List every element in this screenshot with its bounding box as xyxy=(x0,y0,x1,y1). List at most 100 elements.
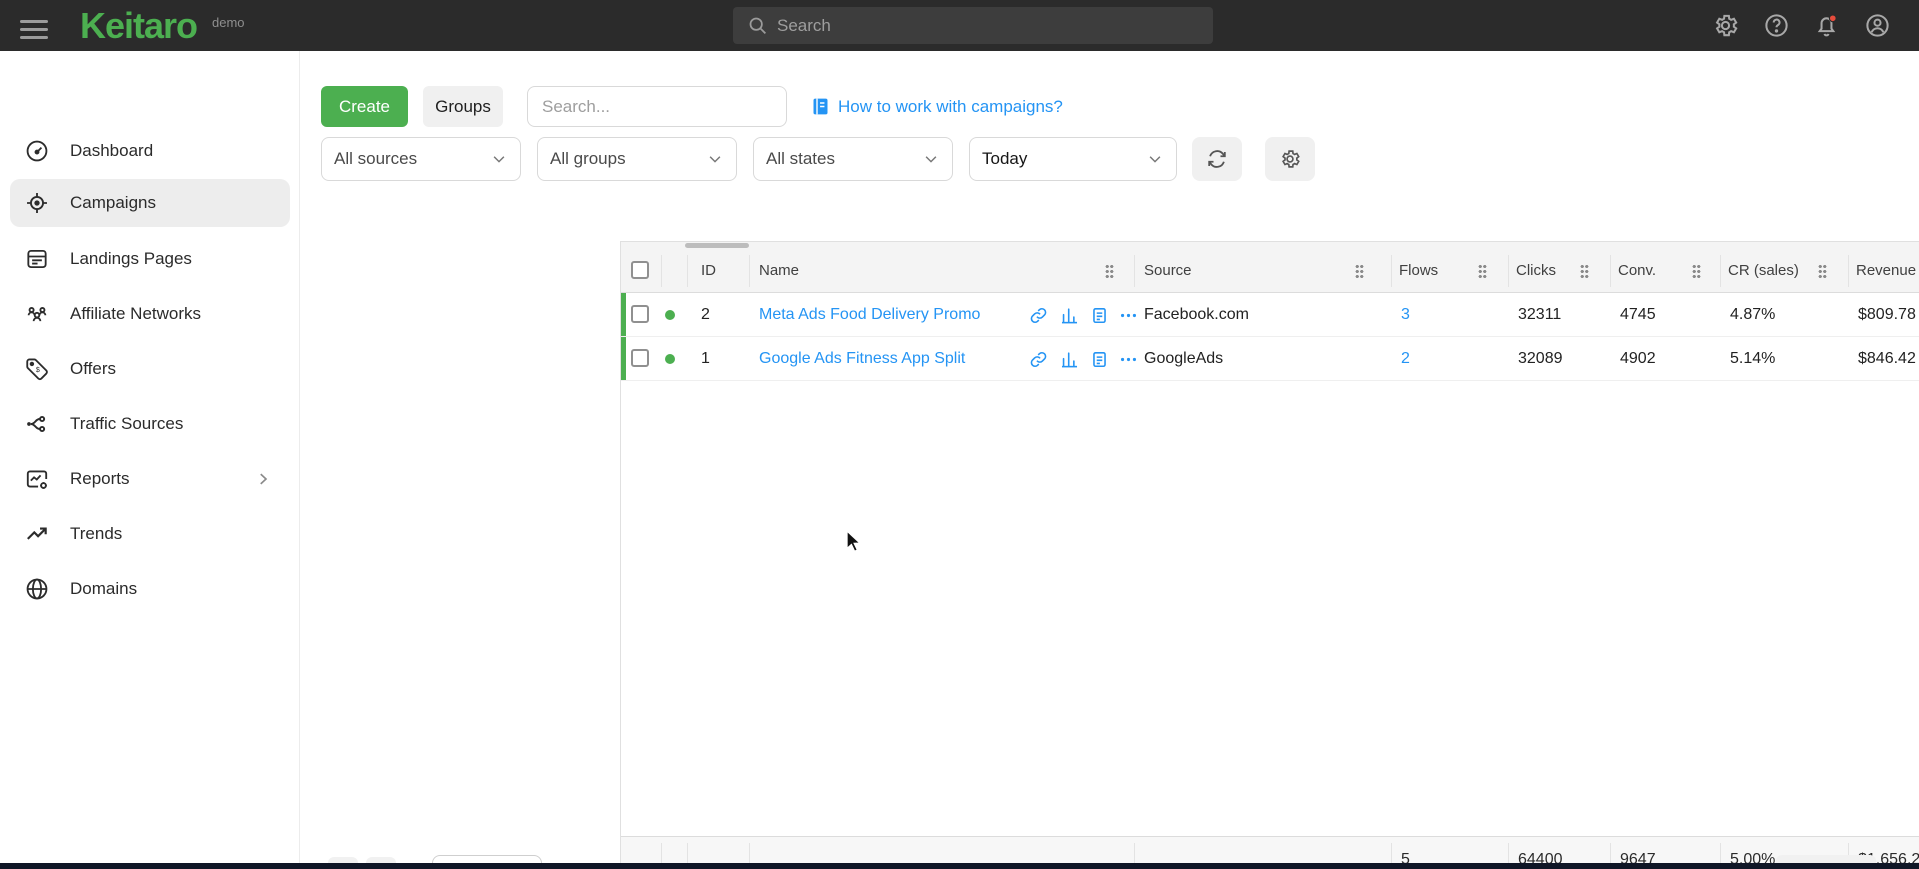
column-header-id[interactable]: ID xyxy=(701,249,716,293)
gear-icon xyxy=(1279,148,1301,170)
filter-all-states[interactable]: All states xyxy=(753,137,953,181)
mouse-cursor xyxy=(846,530,868,554)
account-avatar-icon[interactable] xyxy=(1864,12,1891,39)
campaign-notes-icon[interactable] xyxy=(1090,306,1109,325)
select-all-checkbox[interactable] xyxy=(631,261,649,279)
column-header-flows[interactable]: Flows xyxy=(1399,249,1438,293)
traffic-sources-icon xyxy=(24,411,50,437)
cell-flows-link[interactable]: 3 xyxy=(1401,293,1410,337)
global-search-input[interactable] xyxy=(777,16,1157,36)
cell-revenue: $809.78 xyxy=(1858,293,1916,337)
more-actions-icon[interactable] xyxy=(1119,350,1138,369)
more-actions-icon[interactable] xyxy=(1119,306,1138,325)
refresh-icon xyxy=(1206,148,1228,170)
campaign-link-icon[interactable] xyxy=(1029,350,1048,369)
sidebar-item-label: Dashboard xyxy=(70,141,153,161)
column-drag-handle[interactable] xyxy=(1105,264,1114,278)
campaigns-table: ID Name Source Flows Clicks Conv. CR (sa… xyxy=(620,241,1919,869)
sidebar-item-affiliate-networks[interactable]: Affiliate Networks xyxy=(10,290,290,338)
sidebar-item-traffic-sources[interactable]: Traffic Sources xyxy=(10,400,290,448)
sidebar-item-label: Reports xyxy=(70,469,130,489)
sidebar-item-label: Trends xyxy=(70,524,122,544)
sidebar-item-domains[interactable]: Domains xyxy=(10,565,290,613)
chevron-down-icon xyxy=(706,150,724,168)
create-button[interactable]: Create xyxy=(321,86,408,127)
campaign-name-link[interactable]: Google Ads Fitness App Split xyxy=(759,337,965,381)
sidebar-item-label: Traffic Sources xyxy=(70,414,183,434)
cell-flows-link[interactable]: 2 xyxy=(1401,337,1410,381)
groups-button[interactable]: Groups xyxy=(423,86,503,127)
column-header-name[interactable]: Name xyxy=(759,249,799,293)
keitaro-app: Keitaro demo xyxy=(0,0,1919,869)
chevron-right-icon xyxy=(254,470,272,488)
table-header-row: ID Name Source Flows Clicks Conv. CR (sa… xyxy=(621,249,1919,293)
column-drag-handle[interactable] xyxy=(1355,264,1364,278)
column-drag-handle[interactable] xyxy=(1580,264,1589,278)
help-icon[interactable] xyxy=(1763,12,1790,39)
sidebar-item-label: Offers xyxy=(70,359,116,379)
column-drag-handle[interactable] xyxy=(1692,264,1701,278)
status-active-dot xyxy=(665,354,675,364)
filter-all-sources[interactable]: All sources xyxy=(321,137,521,181)
row-checkbox[interactable] xyxy=(631,305,649,323)
sidebar-item-label: Affiliate Networks xyxy=(70,304,201,324)
sidebar-item-campaigns[interactable]: Campaigns xyxy=(10,179,290,227)
table-top-scrollbar-thumb[interactable] xyxy=(685,243,749,248)
brand-logo: Keitaro xyxy=(80,0,197,51)
cell-conv: 4745 xyxy=(1620,293,1656,337)
chevron-down-icon xyxy=(922,150,940,168)
cell-cr: 4.87% xyxy=(1730,293,1775,337)
status-active-dot xyxy=(665,310,675,320)
column-header-source[interactable]: Source xyxy=(1144,249,1192,293)
campaign-notes-icon[interactable] xyxy=(1090,350,1109,369)
notifications-bell-icon[interactable] xyxy=(1813,12,1840,39)
column-header-revenue[interactable]: Revenue (con… xyxy=(1856,249,1919,293)
row-checkbox[interactable] xyxy=(631,349,649,367)
cell-conv: 4902 xyxy=(1620,337,1656,381)
sidebar-item-trends[interactable]: Trends xyxy=(10,510,290,558)
offers-tag-icon: $ xyxy=(24,356,50,382)
cell-source: GoogleAds xyxy=(1144,337,1223,381)
campaigns-target-icon xyxy=(24,190,50,216)
row-status-accent xyxy=(621,337,626,380)
trends-icon xyxy=(24,521,50,547)
landing-page-icon xyxy=(24,246,50,272)
global-search[interactable] xyxy=(733,7,1213,44)
table-row: 1 Google Ads Fitness App Split xyxy=(621,337,1919,381)
filter-date-range[interactable]: Today xyxy=(969,137,1177,181)
svg-text:$: $ xyxy=(36,367,40,374)
column-header-clicks[interactable]: Clicks xyxy=(1516,249,1556,293)
column-header-cr[interactable]: CR (sales) xyxy=(1728,249,1799,293)
column-drag-handle[interactable] xyxy=(1818,264,1827,278)
hamburger-menu-icon[interactable] xyxy=(20,15,48,44)
chevron-down-icon xyxy=(1146,150,1164,168)
campaign-search-input[interactable] xyxy=(527,86,787,127)
cell-revenue: $846.42 xyxy=(1858,337,1916,381)
sidebar-item-reports[interactable]: Reports xyxy=(10,455,290,503)
sidebar-item-offers[interactable]: $ Offers xyxy=(10,345,290,393)
search-icon xyxy=(747,15,768,36)
settings-gear-icon[interactable] xyxy=(1712,12,1739,39)
cell-clicks: 32089 xyxy=(1518,337,1563,381)
campaign-stats-icon[interactable] xyxy=(1060,306,1079,325)
refresh-button[interactable] xyxy=(1192,137,1242,181)
filter-all-groups-value: All groups xyxy=(550,149,626,169)
how-to-work-link[interactable]: How to work with campaigns? xyxy=(838,86,1063,127)
brand-badge: demo xyxy=(212,15,245,30)
row-status-accent xyxy=(621,293,626,336)
table-top-scrollbar xyxy=(621,242,1919,249)
sidebar-item-dashboard[interactable]: Dashboard xyxy=(10,127,290,175)
table-settings-button[interactable] xyxy=(1265,137,1315,181)
manual-book-icon xyxy=(810,96,831,117)
domains-globe-icon xyxy=(24,576,50,602)
campaign-stats-icon[interactable] xyxy=(1060,350,1079,369)
column-header-conv[interactable]: Conv. xyxy=(1618,249,1656,293)
filter-all-sources-value: All sources xyxy=(334,149,417,169)
sidebar-item-landings-pages[interactable]: Landings Pages xyxy=(10,235,290,283)
campaign-link-icon[interactable] xyxy=(1029,306,1048,325)
sidebar-item-label: Campaigns xyxy=(70,193,156,213)
campaign-name-link[interactable]: Meta Ads Food Delivery Promo xyxy=(759,293,980,337)
reports-icon xyxy=(24,466,50,492)
column-drag-handle[interactable] xyxy=(1478,264,1487,278)
filter-all-groups[interactable]: All groups xyxy=(537,137,737,181)
